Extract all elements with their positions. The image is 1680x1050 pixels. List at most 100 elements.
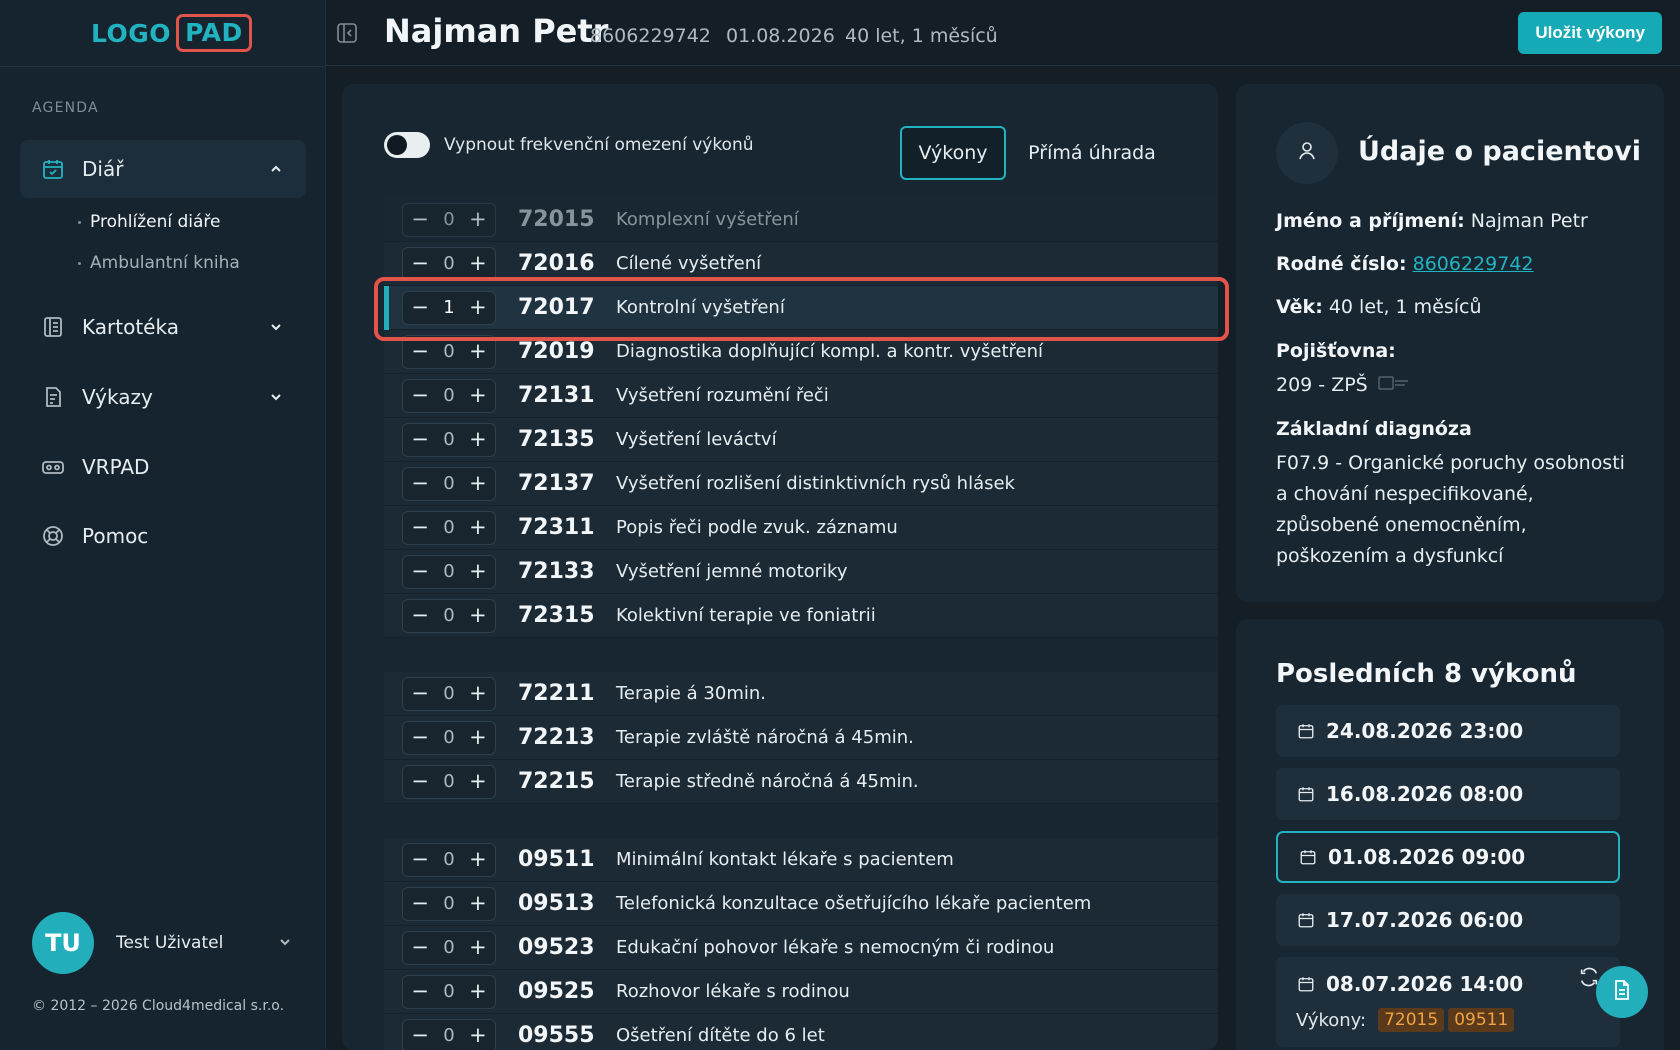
increment-button[interactable]: +	[469, 561, 487, 582]
procedure-row[interactable]: −0 +72135 Vyšetření leváctví	[384, 418, 1218, 462]
recent-procedure-item[interactable]: 16.08.2026 08:00	[1276, 768, 1620, 820]
tab-vykony[interactable]: Výkony	[900, 126, 1006, 180]
increment-button[interactable]: +	[469, 727, 487, 748]
quantity-stepper[interactable]: −0 +	[402, 974, 496, 1009]
patient-info-panel: Údaje o pacientovi Jméno a příjmení: Naj…	[1236, 84, 1664, 602]
decrement-button[interactable]: −	[411, 517, 429, 538]
procedure-row[interactable]: −0 +72315 Kolektivní terapie ve foniatrii	[384, 594, 1218, 638]
sidebar-item-vrpad[interactable]: VRPAD	[20, 438, 306, 496]
sidebar-item-diar[interactable]: Diář	[20, 140, 306, 198]
increment-button[interactable]: +	[469, 341, 487, 362]
quantity-stepper[interactable]: −0 +	[402, 720, 496, 755]
quantity-stepper[interactable]: −0 +	[402, 598, 496, 633]
decrement-button[interactable]: −	[411, 849, 429, 870]
increment-button[interactable]: +	[469, 981, 487, 1002]
quantity-stepper[interactable]: −0 +	[402, 842, 496, 877]
procedure-row[interactable]: −0 +72311 Popis řeči podle zvuk. záznamu	[384, 506, 1218, 550]
sidebar-collapse-icon[interactable]	[336, 22, 360, 46]
user-menu[interactable]: TU Test Uživatel	[32, 912, 292, 974]
procedure-row[interactable]: −0 +72213 Terapie zvláště náročná á 45min.	[384, 716, 1218, 760]
quantity-value: 0	[443, 771, 455, 792]
decrement-button[interactable]: −	[411, 937, 429, 958]
quantity-stepper[interactable]: −0 +	[402, 764, 496, 799]
procedure-row[interactable]: −0 +72133 Vyšetření jemné motoriky	[384, 550, 1218, 594]
quantity-value: 0	[443, 473, 455, 494]
procedure-row[interactable]: −0 +09525 Rozhovor lékaře s rodinou	[384, 970, 1218, 1014]
patient-rc-link[interactable]: 8606229742	[1413, 253, 1534, 275]
increment-button[interactable]: +	[469, 297, 487, 318]
increment-button[interactable]: +	[469, 683, 487, 704]
decrement-button[interactable]: −	[411, 605, 429, 626]
recent-procedure-item[interactable]: 17.07.2026 06:00	[1276, 894, 1620, 946]
procedure-row[interactable]: −0 +09555 Ošetření dítěte do 6 let	[384, 1014, 1218, 1050]
sidebar-item-vykazy[interactable]: Výkazy	[20, 368, 306, 426]
save-button[interactable]: Uložit výkony	[1518, 12, 1662, 54]
increment-button[interactable]: +	[469, 893, 487, 914]
sidebar-subitem-prohlizeni[interactable]: Prohlížení diáře	[78, 212, 220, 232]
recent-procedure-item[interactable]: 08.07.2026 14:00 Výkony: 72015 09511	[1276, 957, 1620, 1047]
increment-button[interactable]: +	[469, 937, 487, 958]
decrement-button[interactable]: −	[411, 893, 429, 914]
procedure-row[interactable]: −1 +72017 Kontrolní vyšetření	[384, 286, 1218, 330]
decrement-button[interactable]: −	[411, 429, 429, 450]
tab-prima-uhrada[interactable]: Přímá úhrada	[1014, 126, 1170, 180]
decrement-button[interactable]: −	[411, 727, 429, 748]
decrement-button[interactable]: −	[411, 385, 429, 406]
procedure-row[interactable]: −0 +72131 Vyšetření rozumění řeči	[384, 374, 1218, 418]
user-icon	[1295, 139, 1319, 167]
procedure-row[interactable]: −0 +72215 Terapie středně náročná á 45min.	[384, 760, 1218, 804]
increment-button[interactable]: +	[469, 771, 487, 792]
procedure-row[interactable]: −0 +72019 Diagnostika doplňující kompl. a …	[384, 330, 1218, 374]
procedure-row[interactable]: −0 +72137 Vyšetření rozlišení distinktivní…	[384, 462, 1218, 506]
recent-procedure-item[interactable]: 24.08.2026 23:00	[1276, 705, 1620, 757]
decrement-button[interactable]: −	[411, 1025, 429, 1046]
recent-procedure-item[interactable]: 01.08.2026 09:00	[1276, 831, 1620, 883]
quantity-stepper[interactable]: −0 +	[402, 378, 496, 413]
decrement-button[interactable]: −	[411, 341, 429, 362]
decrement-button[interactable]: −	[411, 209, 429, 230]
sidebar-item-label: Výkazy	[82, 385, 153, 409]
quantity-stepper[interactable]: −0 +	[402, 466, 496, 501]
document-fab-button[interactable]	[1596, 966, 1648, 1018]
quantity-stepper[interactable]: −0 +	[402, 334, 496, 369]
increment-button[interactable]: +	[469, 849, 487, 870]
quantity-stepper[interactable]: −0 +	[402, 422, 496, 457]
quantity-stepper[interactable]: −0 +	[402, 246, 496, 281]
procedure-row[interactable]: −0 +72016 Cílené vyšetření	[384, 242, 1218, 286]
decrement-button[interactable]: −	[411, 561, 429, 582]
procedure-code: 72311	[518, 515, 595, 540]
decrement-button[interactable]: −	[411, 473, 429, 494]
quantity-stepper[interactable]: −0 +	[402, 202, 496, 237]
increment-button[interactable]: +	[469, 429, 487, 450]
increment-button[interactable]: +	[469, 385, 487, 406]
increment-button[interactable]: +	[469, 1025, 487, 1046]
procedure-row[interactable]: −0 +09513 Telefonická konzultace ošetřujíc…	[384, 882, 1218, 926]
quantity-stepper[interactable]: −1 +	[402, 290, 496, 325]
decrement-button[interactable]: −	[411, 683, 429, 704]
increment-button[interactable]: +	[469, 253, 487, 274]
sidebar-subitem-ambulantni[interactable]: Ambulantní kniha	[78, 253, 240, 273]
increment-button[interactable]: +	[469, 473, 487, 494]
decrement-button[interactable]: −	[411, 771, 429, 792]
procedure-row[interactable]: −0 +72211 Terapie á 30min.	[384, 672, 1218, 716]
page-title: Najman Petr	[384, 12, 609, 50]
quantity-stepper[interactable]: −0 +	[402, 554, 496, 589]
frequency-toggle[interactable]	[384, 132, 430, 158]
logo[interactable]: LOGO PAD	[91, 13, 252, 53]
increment-button[interactable]: +	[469, 605, 487, 626]
increment-button[interactable]: +	[469, 209, 487, 230]
sidebar-item-pomoc[interactable]: Pomoc	[20, 507, 306, 565]
quantity-stepper[interactable]: −0 +	[402, 930, 496, 965]
decrement-button[interactable]: −	[411, 981, 429, 1002]
procedure-row[interactable]: −0 +72015 Komplexní vyšetření	[384, 198, 1218, 242]
procedure-row[interactable]: −0 +09523 Edukační pohovor lékaře s nemocn…	[384, 926, 1218, 970]
quantity-stepper[interactable]: −0 +	[402, 886, 496, 921]
decrement-button[interactable]: −	[411, 253, 429, 274]
quantity-stepper[interactable]: −0 +	[402, 676, 496, 711]
procedure-row[interactable]: −0 +09511 Minimální kontakt lékaře s pacie…	[384, 838, 1218, 882]
quantity-stepper[interactable]: −0 +	[402, 510, 496, 545]
sidebar-item-kartoteka[interactable]: Kartotéka	[20, 298, 306, 356]
increment-button[interactable]: +	[469, 517, 487, 538]
decrement-button[interactable]: −	[411, 297, 429, 318]
quantity-stepper[interactable]: −0 +	[402, 1018, 496, 1050]
